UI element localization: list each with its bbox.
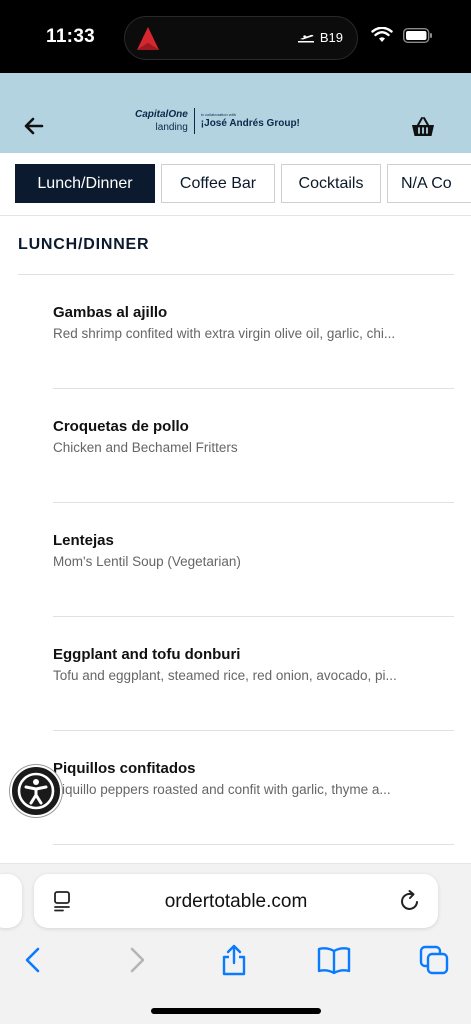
status-bar: 11:33 B19 <box>0 0 471 73</box>
capital-one-landing-logo: CapitalOne landing in collaboration with… <box>135 104 300 138</box>
browser-toolbar: ordertotable.com <box>0 863 471 1024</box>
back-chevron-icon[interactable] <box>18 944 50 976</box>
menu-item-divider <box>53 844 454 845</box>
forward-chevron-icon[interactable] <box>120 944 152 976</box>
menu-item-name: Gambas al ajillo <box>53 304 168 321</box>
status-time: 11:33 <box>46 26 96 47</box>
menu-list: Gambas al ajillo Red shrimp confited wit… <box>0 275 471 845</box>
dynamic-island: B19 <box>124 16 358 60</box>
bookmarks-icon[interactable] <box>316 944 352 976</box>
url-text[interactable]: ordertotable.com <box>34 891 438 913</box>
menu-item-donburi[interactable]: Eggplant and tofu donburi Tofu and eggpl… <box>0 617 471 731</box>
address-bar[interactable]: ordertotable.com <box>34 874 438 928</box>
jose-andres-wordmark: ¡José Andrés Group! <box>200 118 300 129</box>
wifi-icon <box>371 27 393 42</box>
menu-item-description: Chicken and Bechamel Fritters <box>53 440 238 455</box>
flight-gate: B19 <box>319 30 343 45</box>
menu-item-piquillos[interactable]: Piquillos confitados Piquillo peppers ro… <box>0 731 471 845</box>
menu-item-name: Piquillos confitados <box>53 760 196 777</box>
capital-one-logo: CapitalOne landing <box>135 108 188 133</box>
home-indicator[interactable] <box>151 1008 321 1014</box>
menu-item-name: Lentejas <box>53 532 114 549</box>
menu-item-description: Red shrimp confited with extra virgin ol… <box>53 326 396 341</box>
tab-lunch-dinner[interactable]: Lunch/Dinner <box>15 164 155 203</box>
app-header: CapitalOne landing in collaboration with… <box>0 73 471 153</box>
basket-icon[interactable] <box>411 116 435 138</box>
accessibility-icon <box>17 772 55 810</box>
tab-cocktails[interactable]: Cocktails <box>281 164 381 203</box>
menu-item-description: Tofu and eggplant, steamed rice, red oni… <box>53 668 397 683</box>
capital-one-swoosh-icon <box>285 104 300 110</box>
tabs-icon[interactable] <box>418 944 450 976</box>
share-icon[interactable] <box>218 944 250 976</box>
reload-icon[interactable] <box>398 889 422 913</box>
menu-item-name: Eggplant and tofu donburi <box>53 646 241 663</box>
tab-na-cocktails[interactable]: N/A Co <box>387 164 471 203</box>
previous-tab-preview[interactable] <box>0 874 22 928</box>
capital-one-wordmark: CapitalOne <box>135 108 188 120</box>
jose-andres-logo: in collaboration with ¡José Andrés Group… <box>201 113 300 129</box>
back-arrow-icon[interactable] <box>22 114 46 138</box>
flight-status: B19 <box>297 30 343 45</box>
tab-coffee-bar[interactable]: Coffee Bar <box>161 164 275 203</box>
menu-item-gambas[interactable]: Gambas al ajillo Red shrimp confited wit… <box>0 275 471 389</box>
menu-item-description: Mom's Lentil Soup (Vegetarian) <box>53 554 241 569</box>
landing-wordmark: landing <box>155 121 188 133</box>
status-icons <box>371 27 433 43</box>
collab-text: in collaboration with <box>200 112 236 117</box>
category-tabs: Lunch/Dinner Coffee Bar Cocktails N/A Co <box>0 153 471 216</box>
menu-item-name: Croquetas de pollo <box>53 418 189 435</box>
logo-divider <box>193 108 195 134</box>
menu-item-description: Piquillo peppers roasted and confit with… <box>53 782 391 797</box>
accessibility-button[interactable] <box>10 765 62 817</box>
battery-icon <box>403 27 432 43</box>
airplane-icon <box>297 34 314 42</box>
delta-logo-icon <box>137 27 159 50</box>
menu-item-croquetas[interactable]: Croquetas de pollo Chicken and Bechamel … <box>0 389 471 503</box>
section-title: LUNCH/DINNER <box>18 236 150 253</box>
menu-item-lentejas[interactable]: Lentejas Mom's Lentil Soup (Vegetarian) <box>0 503 471 617</box>
